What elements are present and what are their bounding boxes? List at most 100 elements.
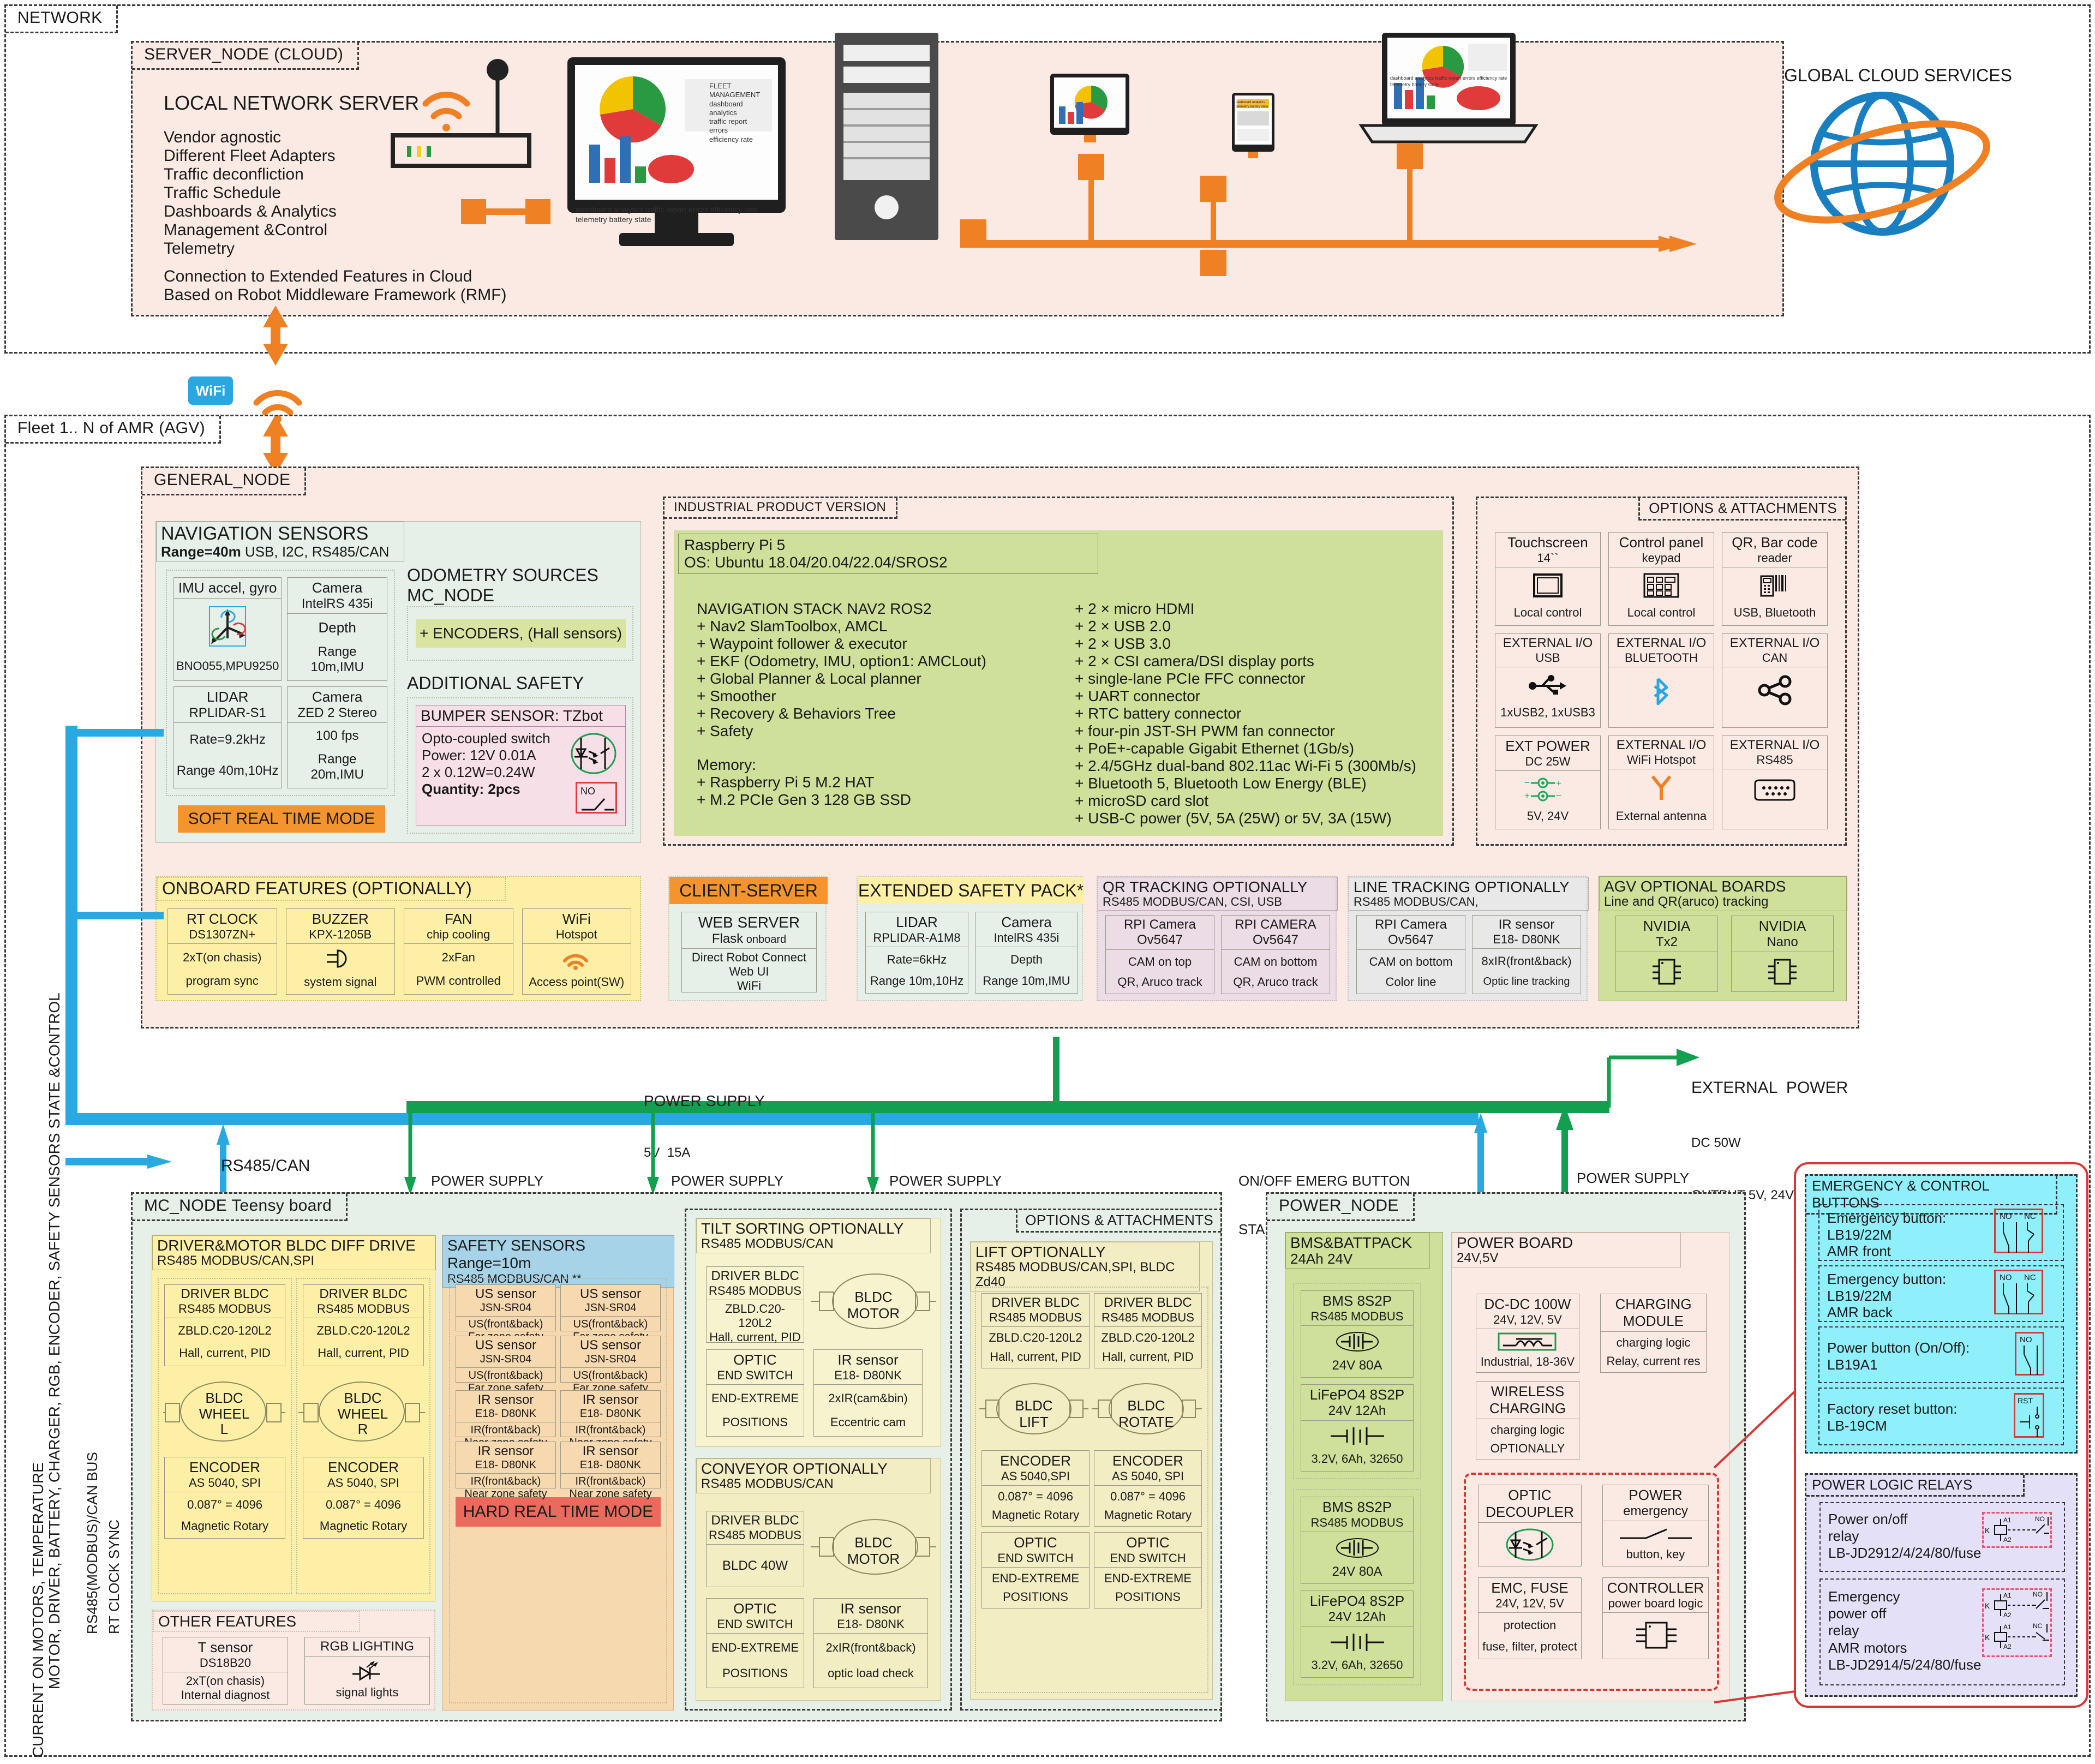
other-features-grid: T sensor DS18B20 2xT(on chasis) Internal…: [163, 1637, 430, 1705]
option-card-barcode-reader[interactable]: QR, Bar code reader USB, Bluetooth: [1722, 532, 1828, 626]
line-card-ir[interactable]: IR sensor E18- D80NK 8xIR(front&back) Op…: [1472, 915, 1581, 994]
card-sub-a: Flask: [711, 931, 744, 946]
tilt-ir-card[interactable]: IR sensor E18- D80NK 2xIR(cam&bin) Eccen…: [813, 1349, 923, 1437]
conveyor-ir-card[interactable]: IR sensor E18- D80NK 2xIR(front&back) op…: [813, 1598, 928, 1688]
safety-card-ir[interactable]: IR sensor E18- D80NK IR(front&back) Near…: [456, 1390, 556, 1449]
qr-card-cam-bottom[interactable]: RPI CAMERA Ov5647 CAM on bottom QR, Aruc…: [1221, 915, 1330, 994]
cell-card[interactable]: LiFePO4 8S2P 24V 12Ah 3.2V, 6Ah, 32650: [1301, 1384, 1414, 1472]
rotate-driver-card[interactable]: DRIVER BLDC RS485 MODBUS ZBLD.C20-120L2 …: [1094, 1293, 1202, 1368]
cell-card[interactable]: LiFePO4 8S2P 24V 12Ah 3.2V, 6Ah, 32650: [1301, 1590, 1414, 1678]
card-foot: Hall, current, PID: [1102, 1349, 1194, 1364]
card-foot: BNO055,MPU9250: [176, 659, 279, 673]
line-card-camera[interactable]: RPI Camera Ov5647 CAM on bottom Color li…: [1356, 915, 1465, 994]
onboard-card-wifi[interactable]: WiFi Hotspot Access point(SW): [522, 908, 631, 995]
option-card-rs485[interactable]: EXTERNAL I/O RS485: [1722, 735, 1828, 829]
no-contact-icon: NO: [2015, 1332, 2044, 1376]
sensor-card-camera-rs[interactable]: Camera IntelRS 435i Depth Range 10m,IMU: [287, 577, 387, 681]
driver-bldc-card-right[interactable]: DRIVER BLDC RS485 MODBUS ZBLD.C20-120L2 …: [303, 1284, 424, 1366]
item-line: Emergency button:: [1827, 1271, 1947, 1287]
general-node-label: GENERAL_NODE: [142, 468, 307, 495]
card-model: IntelRS 435i: [301, 596, 373, 611]
safety-card-us[interactable]: US sensor JSN-SR04 US(front&back) Far zo…: [560, 1336, 661, 1394]
onboard-card-buzzer[interactable]: BUZZER KPX-1205B system signal: [285, 908, 395, 995]
onboard-features-grid: RT CLOCK DS1307ZN+ 2xT(on chasis) progra…: [167, 908, 631, 995]
card-foot: 24V 80A: [1332, 1564, 1382, 1579]
bms-card[interactable]: BMS 8S2P RS485 MODBUS 24V 80A: [1301, 1497, 1414, 1584]
web-server-card[interactable]: WEB SERVER Flask onboard Direct Robot Co…: [681, 912, 817, 992]
io-spec-list: + 2 × micro HDMI + 2 × USB 2.0 + 2 × USB…: [1075, 600, 1440, 827]
panel-sub: 24V,5V: [1457, 1251, 1499, 1266]
conveyor-driver-card[interactable]: DRIVER BLDC RS485 MODBUS BLDC 40W: [706, 1511, 804, 1587]
stack-item: + Safety: [697, 722, 753, 739]
conveyor-optic-endswitch[interactable]: OPTIC END SWITCH END-EXTREME POSITIONS: [706, 1598, 804, 1688]
option-card-usb[interactable]: EXTERNAL I/O USB 1xUSB2, 1xUSB3: [1495, 633, 1601, 728]
tilt-optic-endswitch[interactable]: OPTIC END SWITCH END-EXTREME POSITIONS: [706, 1349, 804, 1437]
tilt-driver-card[interactable]: DRIVER BLDC RS485 MODBUS ZBLD.C20-120L2 …: [706, 1266, 804, 1344]
power-button-item[interactable]: Power button (On/Off): LB19A1 NO: [1818, 1326, 2064, 1383]
card-sub: E18- D80NK: [579, 1408, 642, 1420]
charging-module-card[interactable]: CHARGING MODULE charging logic Relay, cu…: [1600, 1294, 1707, 1373]
option-card-can[interactable]: EXTERNAL I/O CAN: [1722, 633, 1828, 728]
onboard-card-rtclock[interactable]: RT CLOCK DS1307ZN+ 2xT(on chasis) progra…: [167, 908, 277, 995]
safety-card-ir[interactable]: IR sensor E18- D80NK IR(front&back) Near…: [456, 1442, 556, 1500]
qr-card-cam-top[interactable]: RPI Camera Ov5647 CAM on top QR, Aruco t…: [1105, 915, 1214, 994]
rotate-optic-endswitch[interactable]: OPTIC END SWITCH END-EXTREME POSITIONS: [1094, 1532, 1202, 1608]
qr-tracking-grid: RPI Camera Ov5647 CAM on top QR, Aruco t…: [1105, 915, 1330, 994]
other-card-rgb-lighting[interactable]: RGB LIGHTING signal lights: [304, 1637, 430, 1705]
option-card-ext-power[interactable]: EXT POWER DC 25W − + + − 5V, 24V: [1495, 735, 1601, 829]
card-line: Direct Robot Connect: [691, 950, 807, 964]
panel-sub: 24Ah 24V: [1290, 1251, 1353, 1267]
lift-optic-endswitch[interactable]: OPTIC END SWITCH END-EXTREME POSITIONS: [981, 1532, 1090, 1608]
card-title: EXTERNAL I/O: [1729, 737, 1820, 752]
factory-reset-item[interactable]: Factory reset button: LB-19CM RST: [1818, 1388, 2064, 1445]
wireless-charging-card[interactable]: WIRELESS CHARGING charging logic OPTIONA…: [1476, 1381, 1579, 1460]
other-card-tsensor[interactable]: T sensor DS18B20 2xT(on chasis) Internal…: [163, 1637, 288, 1705]
card-title: Camera: [1001, 914, 1052, 930]
emc-fuse-card[interactable]: EMC, FUSE 24V, 12V, 5V protection fuse, …: [1478, 1577, 1582, 1659]
safety-card-us[interactable]: US sensor JSN-SR04 US(front&back) Far zo…: [560, 1284, 661, 1343]
safety-card-us[interactable]: US sensor JSN-SR04 US(front&back) Far zo…: [456, 1284, 556, 1343]
relay-no-nc-icon: K A1 A2 NO K A1 A2 NC: [1982, 1588, 2052, 1657]
power-emergency-card[interactable]: POWER emergency button, key: [1602, 1485, 1709, 1566]
emergency-item[interactable]: Emergency button: LB19/22M AMR front NO …: [1818, 1204, 2064, 1261]
rotate-encoder-card[interactable]: ENCODER AS 5040, SPI 0.087° = 4096 Magne…: [1094, 1450, 1202, 1527]
dcdc-card[interactable]: DC-DC 100W 24V, 12V, 5V Industrial, 18-3…: [1476, 1294, 1579, 1373]
sensor-card-camera-zed[interactable]: Camera ZED 2 Stereo 100 fps Range 20m,IM…: [287, 686, 387, 788]
driver-bldc-card-left[interactable]: DRIVER BLDC RS485 MODBUS ZBLD.C20-120L2 …: [164, 1284, 285, 1366]
lift-encoder-card[interactable]: ENCODER AS 5040,SPI 0.087° = 4096 Magnet…: [981, 1450, 1090, 1527]
option-card-wifi-hotspot[interactable]: EXTERNAL I/O WiFi Hotspot External anten…: [1608, 735, 1714, 829]
card-sub: DS18B20: [199, 1656, 252, 1670]
controller-card[interactable]: CONTROLLER power board logic: [1602, 1577, 1709, 1659]
relay-item[interactable]: Power on/off relay LB-JD2912/4/24/80/fus…: [1819, 1502, 2065, 1572]
card-mid: IR(front&back): [575, 1475, 646, 1487]
sensor-card-imu[interactable]: IMU accel, gyro BNO055,MPU9250: [173, 577, 282, 681]
safety-card-lidar[interactable]: LIDAR RPLIDAR-A1M8 Rate=6kHz Range 10m,1…: [865, 912, 968, 994]
encoder-card-right[interactable]: ENCODER AS 5040, SPI 0.087° = 4096 Magne…: [303, 1457, 424, 1539]
bms-battpack-panel: BMS&BATTPACK 24Ah 24V BMS 8S2P RS485 MOD…: [1285, 1232, 1443, 1701]
card-sub: AS 5040, SPI: [188, 1476, 261, 1490]
memory-item: + Raspberry Pi 5 M.2 HAT: [697, 774, 875, 791]
encoder-card-left[interactable]: ENCODER AS 5040, SPI 0.087° = 4096 Magne…: [164, 1457, 285, 1539]
bms-card[interactable]: BMS 8S2P RS485 MODBUS 24V 80A: [1301, 1290, 1414, 1378]
card-mid: 2xT(on chasis): [185, 1674, 265, 1688]
safety-card-ir[interactable]: IR sensor E18- D80NK IR(front&back) Near…: [560, 1442, 661, 1500]
emergency-item[interactable]: Emergency button: LB19/22M AMR back NO N…: [1818, 1265, 2064, 1322]
onboard-card-fan[interactable]: FAN chip cooling 2xFan PWM controlled: [404, 908, 513, 995]
safety-card-camera[interactable]: Camera IntelRS 435i Depth Range 10m,IMU: [975, 912, 1078, 994]
relay-item[interactable]: Emergency power off relay AMR motors LB-…: [1819, 1578, 2065, 1685]
optic-decoupler-card[interactable]: OPTIC DECOUPLER: [1478, 1485, 1582, 1566]
agv-card-nano[interactable]: NVIDIA Nano: [1731, 916, 1834, 992]
option-card-control-panel[interactable]: Control panel keypad Local control: [1608, 532, 1714, 626]
safety-card-us[interactable]: US sensor JSN-SR04 US(front&back) Far zo…: [456, 1336, 556, 1394]
agv-card-tx2[interactable]: NVIDIA Tx2: [1615, 916, 1718, 992]
card-foot: Magnetic Rotary: [319, 1518, 408, 1533]
option-card-touchscreen[interactable]: Touchscreen 14`` Local control: [1495, 532, 1601, 626]
card-foot: QR, Aruco track: [1117, 974, 1202, 989]
card-sub: E18- D80NK: [837, 1617, 905, 1631]
safety-card-ir[interactable]: IR sensor E18- D80NK IR(front&back) Near…: [560, 1390, 661, 1449]
sensor-card-lidar[interactable]: LIDAR RPLIDAR-S1 Rate=9.2kHz Range 40m,1…: [173, 686, 282, 788]
card-mid: BLDC 40W: [722, 1558, 788, 1573]
bumper-sensor-card[interactable]: BUMPER SENSOR: TZbot Opto-coupled switch…: [416, 705, 626, 826]
option-card-bluetooth[interactable]: EXTERNAL I/O BLUETOOTH: [1608, 633, 1714, 728]
lift-driver-card[interactable]: DRIVER BLDC RS485 MODBUS ZBLD.C20-120L2 …: [981, 1293, 1090, 1368]
